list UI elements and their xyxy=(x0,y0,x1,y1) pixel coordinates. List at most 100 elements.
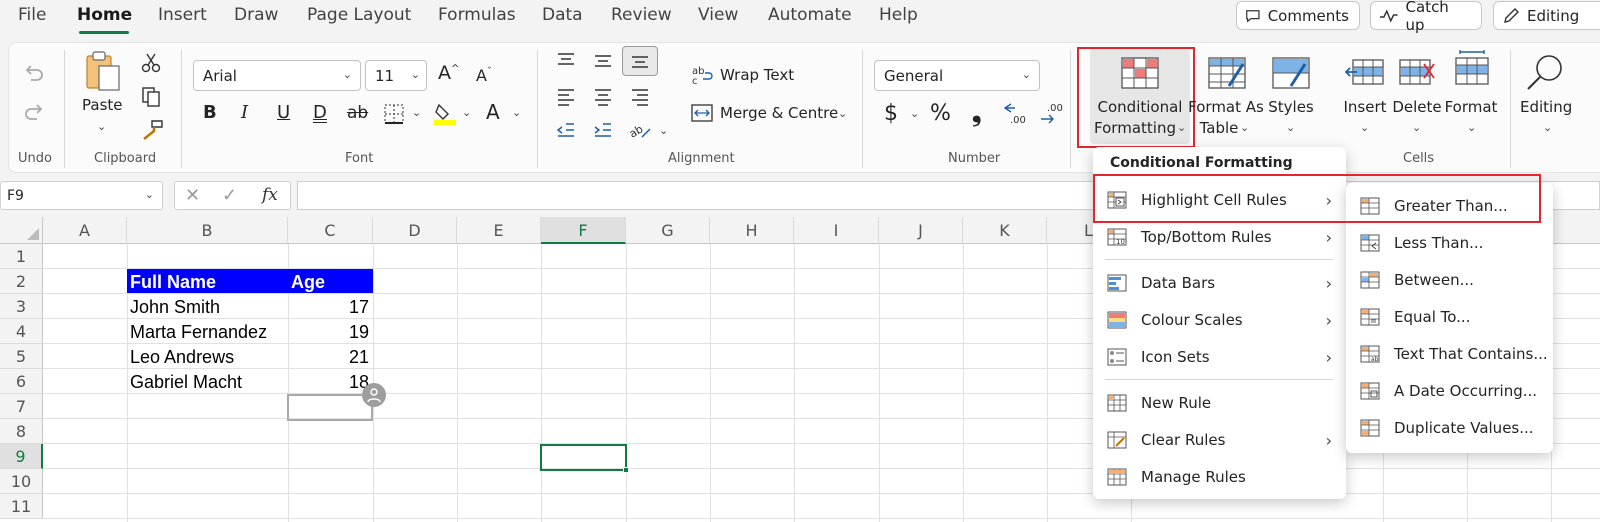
align-center-icon[interactable] xyxy=(593,88,613,106)
row-header-2[interactable]: 2 xyxy=(0,269,43,294)
insert-function-icon[interactable]: fx xyxy=(262,185,278,205)
delete-cells-icon[interactable] xyxy=(1398,56,1438,88)
table-header-full-name[interactable]: Full Name xyxy=(130,272,216,293)
increase-indent-icon[interactable] xyxy=(593,121,613,139)
chevron-down-icon[interactable]: ⌄ xyxy=(1360,121,1369,134)
tab-home[interactable]: Home xyxy=(77,5,132,25)
chevron-down-icon[interactable]: ⌄ xyxy=(1543,121,1552,134)
menu-item-clear-rules[interactable]: Clear Rules › xyxy=(1093,423,1346,457)
decrease-indent-icon[interactable] xyxy=(556,121,576,139)
column-header[interactable] xyxy=(1551,217,1600,244)
table-header-age[interactable]: Age xyxy=(291,272,325,293)
format-label[interactable]: Format xyxy=(1440,97,1502,118)
merge-centre-icon[interactable] xyxy=(691,103,713,123)
chevron-down-icon[interactable]: ⌄ xyxy=(512,106,521,119)
italic-icon[interactable]: I xyxy=(241,102,248,123)
tab-draw[interactable]: Draw xyxy=(234,5,278,25)
submenu-item-equal-to[interactable]: Equal To... xyxy=(1346,300,1553,334)
submenu-item-duplicate-values[interactable]: Duplicate Values... xyxy=(1346,411,1553,445)
chevron-down-icon[interactable]: ⌄ xyxy=(838,107,847,120)
row-header-8[interactable]: 8 xyxy=(0,419,43,444)
decrease-font-size-icon[interactable]: Aˇ xyxy=(476,66,492,85)
row-header-10[interactable]: 10 xyxy=(0,469,43,494)
tab-data[interactable]: Data xyxy=(542,5,583,25)
paste-icon[interactable] xyxy=(84,50,122,92)
tab-page-layout[interactable]: Page Layout xyxy=(307,5,411,25)
increase-font-size-icon[interactable]: A^ xyxy=(438,62,459,84)
merge-centre-label[interactable]: Merge & Centre xyxy=(720,104,838,122)
column-header-j[interactable]: J xyxy=(879,217,963,244)
chevron-down-icon[interactable]: ⌄ xyxy=(910,107,919,120)
cancel-icon[interactable]: ✕ xyxy=(185,185,200,206)
fill-color-icon[interactable] xyxy=(433,101,457,125)
active-cell[interactable] xyxy=(540,444,627,471)
chevron-down-icon[interactable]: ⌄ xyxy=(659,124,668,137)
tab-formulas[interactable]: Formulas xyxy=(438,5,516,25)
menu-item-new-rule[interactable]: New Rule xyxy=(1093,386,1346,420)
submenu-item-between[interactable]: Between... xyxy=(1346,263,1553,297)
menu-item-icon-sets[interactable]: Icon Sets › xyxy=(1093,340,1346,374)
decrease-decimal-icon[interactable]: .00 xyxy=(1039,100,1067,126)
chevron-down-icon[interactable]: ⌄ xyxy=(1240,121,1249,134)
table-cell-name[interactable]: John Smith xyxy=(130,297,220,318)
chevron-down-icon[interactable]: ⌄ xyxy=(1412,121,1421,134)
format-painter-icon[interactable] xyxy=(140,119,164,141)
row-header-11[interactable]: 11 xyxy=(0,494,43,519)
chevron-down-icon[interactable]: ⌄ xyxy=(97,120,106,133)
insert-cells-icon[interactable] xyxy=(1345,56,1385,88)
comma-style-button[interactable]: ❟ xyxy=(972,99,981,127)
row-header-5[interactable]: 5 xyxy=(0,344,43,369)
editing-label[interactable]: Editing xyxy=(1520,97,1590,118)
chevron-down-icon[interactable]: ⌄ xyxy=(1467,121,1476,134)
format-as-table-icon[interactable] xyxy=(1207,56,1247,90)
font-color-icon[interactable]: A xyxy=(486,100,500,124)
tab-review[interactable]: Review xyxy=(611,5,672,25)
chevron-down-icon[interactable]: ⌄ xyxy=(412,106,421,119)
enter-icon[interactable]: ✓ xyxy=(222,185,237,206)
row-header-1[interactable]: 1 xyxy=(0,244,43,269)
undo-icon[interactable] xyxy=(22,62,46,86)
tab-view[interactable]: View xyxy=(698,5,738,25)
column-header-a[interactable]: A xyxy=(43,217,127,244)
delete-label[interactable]: Delete xyxy=(1390,97,1444,118)
editing-mode-button[interactable]: Editing xyxy=(1493,1,1600,30)
borders-icon[interactable] xyxy=(383,103,405,125)
submenu-item-text-contains[interactable]: ab Text That Contains... xyxy=(1346,337,1553,371)
row-header-3[interactable]: 3 xyxy=(0,294,43,319)
bold-icon[interactable]: B xyxy=(203,102,217,123)
tab-file[interactable]: File xyxy=(18,5,46,25)
submenu-item-less-than[interactable]: Less Than... xyxy=(1346,226,1553,260)
format-as-table-label-1[interactable]: Format As xyxy=(1188,97,1264,118)
strikethrough-icon[interactable]: ab xyxy=(347,103,368,123)
redo-icon[interactable] xyxy=(22,101,46,125)
copy-icon[interactable] xyxy=(140,86,162,108)
table-cell-name[interactable]: Marta Fernandez xyxy=(130,322,267,343)
format-as-table-label-2[interactable]: Table xyxy=(1197,118,1241,139)
column-header-k[interactable]: K xyxy=(963,217,1047,244)
row-header-6[interactable]: 6 xyxy=(0,369,43,394)
comments-button[interactable]: Comments xyxy=(1236,1,1360,30)
underline-icon[interactable]: U xyxy=(277,102,290,123)
align-left-icon[interactable] xyxy=(556,88,576,106)
column-header-f[interactable]: F xyxy=(541,217,626,244)
styles-label[interactable]: Styles xyxy=(1264,97,1318,118)
chevron-down-icon[interactable]: ⌄ xyxy=(462,106,471,119)
menu-item-top-bottom-rules[interactable]: 10 Top/Bottom Rules › xyxy=(1093,220,1346,254)
align-bottom-button[interactable] xyxy=(622,46,658,76)
align-right-icon[interactable] xyxy=(630,88,650,106)
orientation-icon[interactable]: ab xyxy=(628,119,652,141)
insert-label[interactable]: Insert xyxy=(1338,97,1392,118)
column-header-c[interactable]: C xyxy=(288,217,373,244)
font-size-select[interactable]: 11 ⌄ xyxy=(365,60,427,91)
row-header-4[interactable]: 4 xyxy=(0,319,43,344)
cell-styles-icon[interactable] xyxy=(1271,56,1311,90)
table-cell-name[interactable]: Leo Andrews xyxy=(130,347,234,368)
column-header-b[interactable]: B xyxy=(127,217,288,244)
format-cells-icon[interactable] xyxy=(1452,50,1492,88)
table-cell-age[interactable]: 18 xyxy=(290,372,369,393)
select-all-corner[interactable] xyxy=(0,217,43,244)
wrap-text-icon[interactable]: abc xyxy=(691,64,713,86)
column-header-e[interactable]: E xyxy=(457,217,541,244)
column-header-g[interactable]: G xyxy=(626,217,710,244)
menu-item-data-bars[interactable]: Data Bars › xyxy=(1093,266,1346,300)
